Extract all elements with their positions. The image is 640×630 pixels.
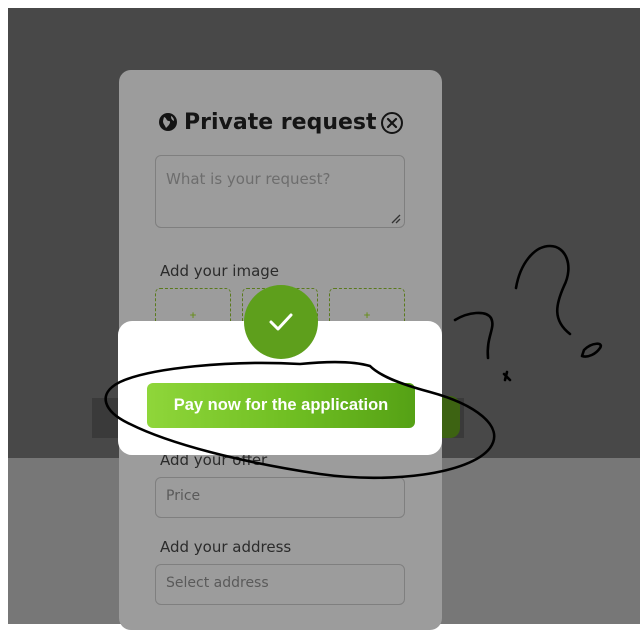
image-label: Add your image xyxy=(160,262,280,280)
plus-icon: + xyxy=(189,311,197,321)
checkmark-icon xyxy=(269,313,293,331)
form-title-text: Private request xyxy=(184,109,377,135)
success-badge xyxy=(244,285,318,359)
form-title: Private request xyxy=(158,108,377,136)
address-placeholder: Select address xyxy=(166,575,269,591)
globe-icon xyxy=(159,113,177,131)
price-placeholder: Price xyxy=(166,488,201,504)
address-select[interactable]: Select address xyxy=(155,564,405,605)
address-label: Add your address xyxy=(160,538,292,556)
resize-handle-icon[interactable] xyxy=(391,214,401,224)
request-placeholder: What is your request? xyxy=(166,170,331,188)
pay-now-button[interactable]: Pay now for the application xyxy=(147,383,415,428)
plus-icon: + xyxy=(363,311,371,321)
close-circle-icon[interactable] xyxy=(380,111,404,135)
price-input[interactable]: Price xyxy=(155,477,405,518)
request-textarea[interactable]: What is your request? xyxy=(155,155,405,228)
